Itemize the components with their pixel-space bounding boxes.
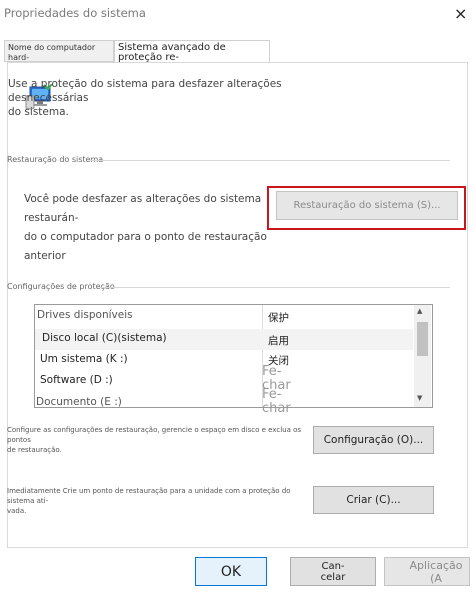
tab-label-line1: Sistema avançado de proteção re- (118, 42, 226, 63)
tab-label-line1: Nome do computador hard- (8, 43, 96, 62)
create-button[interactable]: Criar (C)... (313, 486, 434, 514)
create-desc-line1: Imediatamente Crie um ponto de restauraç… (7, 487, 291, 505)
listbox-scrollbar[interactable] (414, 305, 431, 407)
drive-name[interactable]: Disco local (C)(sistema) (42, 332, 167, 344)
window-title: Propriedades do sistema (4, 6, 146, 20)
intro-text-line1: Use a proteção do sistema para desfazer … (8, 78, 282, 104)
intro-text-line2: do sistema. (8, 106, 69, 118)
drive-name[interactable]: Documento (E :) (36, 396, 122, 408)
drive-name[interactable]: Um sistema (K :) (40, 353, 128, 365)
column-header-protection[interactable]: 保护 (268, 310, 289, 325)
scroll-thumb[interactable] (417, 322, 428, 356)
cancel-label-line1: Can- (321, 560, 345, 572)
cancel-label-line2: celar (320, 571, 346, 583)
configure-button[interactable]: Configuração (O)... (313, 426, 434, 454)
intro-text: Use a proteção do sistema para desfazer … (8, 77, 338, 119)
overlay-close-text: Fe- char (262, 388, 291, 416)
create-desc-line2: vada. (7, 507, 27, 515)
overlay-close-line1: Fe- (262, 364, 282, 379)
restore-desc-line1: Você pode desfazer as alterações do sist… (24, 193, 262, 224)
restore-section-divider (90, 160, 450, 161)
drive-name[interactable]: Software (D :) (40, 374, 113, 386)
close-icon[interactable]: × (454, 4, 467, 23)
restore-section-label: Restauração do sistema (7, 155, 104, 164)
drive-protection-status: 启用 (268, 335, 289, 347)
tab-computer-name-hardware[interactable]: Nome do computador hard- ware (4, 40, 114, 72)
config-desc-line1: Configure as configurações de restauraçã… (7, 426, 302, 444)
config-desc-line2: de restauração. (7, 446, 62, 454)
highlight-box (267, 186, 466, 230)
apply-button[interactable]: Aplicação (A (384, 557, 470, 586)
tab-advanced-protection-remote[interactable]: Sistema avançado de proteção re- mota (114, 40, 270, 73)
cancel-button[interactable]: Can- celar (290, 557, 376, 586)
ok-button[interactable]: OK (195, 557, 267, 586)
overlay-close-line1: Fe- (262, 387, 282, 402)
restore-description: Você pode desfazer as alterações do sist… (24, 190, 294, 266)
column-header-drives[interactable]: Drives disponíveis (37, 309, 133, 321)
overlay-close-line2: char (262, 401, 291, 416)
scroll-down-icon[interactable]: ▼ (417, 394, 422, 402)
restore-desc-line2: do o computador para o ponto de restaura… (24, 231, 267, 262)
protection-section-divider (100, 287, 450, 288)
create-description: Imediatamente Crie um ponto de restauraç… (7, 486, 307, 516)
protection-section-label: Configurações de proteção (7, 282, 115, 291)
config-description: Configure as configurações de restauraçã… (7, 425, 307, 455)
scroll-up-icon[interactable]: ▲ (417, 307, 422, 315)
